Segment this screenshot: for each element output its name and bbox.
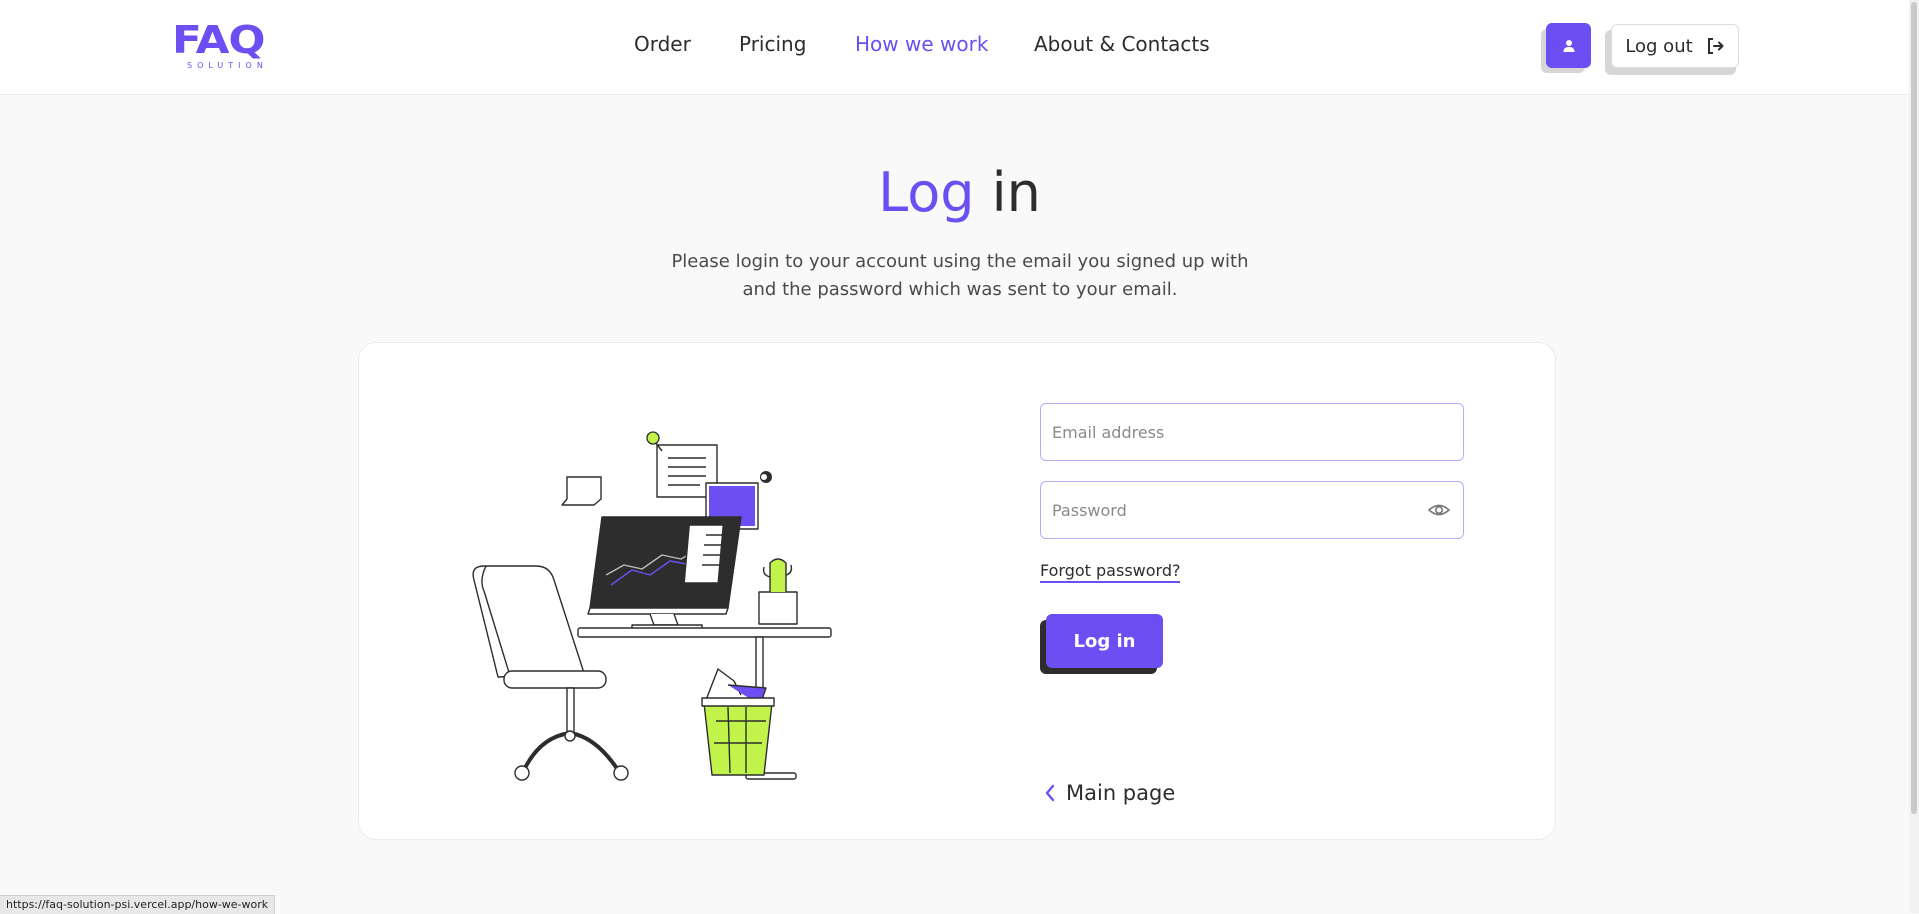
workspace-illustration xyxy=(472,431,832,781)
nav-about-contacts[interactable]: About & Contacts xyxy=(1034,32,1210,56)
nav-order[interactable]: Order xyxy=(634,32,691,56)
page-subtitle: Please login to your account using the e… xyxy=(620,248,1300,304)
subtitle-line-1: Please login to your account using the e… xyxy=(671,251,1249,272)
logo[interactable]: FAQ SOLUTION xyxy=(172,20,282,72)
logout-button[interactable]: Log out xyxy=(1611,24,1739,68)
subtitle-line-2: and the password which was sent to your … xyxy=(742,279,1178,300)
user-icon xyxy=(1563,39,1574,52)
page-title-accent: Log xyxy=(878,161,975,224)
status-bar-url: https://faq-solution-psi.vercel.app/how-… xyxy=(0,895,276,914)
chevron-left-icon xyxy=(1045,784,1055,802)
main-page-link[interactable]: Main page xyxy=(1044,778,1175,808)
main-page-label: Main page xyxy=(1066,781,1176,805)
scrollbar-thumb[interactable] xyxy=(1911,2,1917,814)
nav-how-we-work[interactable]: How we work xyxy=(855,32,988,56)
logout-label: Log out xyxy=(1625,35,1693,57)
page-title: Log in xyxy=(0,160,1919,226)
user-profile-button[interactable] xyxy=(1546,23,1591,68)
page-title-rest: in xyxy=(974,161,1041,224)
header: FAQ SOLUTION Order Pricing How we work A… xyxy=(0,0,1919,95)
email-field[interactable] xyxy=(1040,403,1464,461)
login-submit-button[interactable]: Log in xyxy=(1046,614,1163,668)
logout-icon xyxy=(1707,38,1724,54)
logo-subtitle: SOLUTION xyxy=(187,61,268,70)
password-field[interactable] xyxy=(1040,481,1464,539)
forgot-password-link[interactable]: Forgot password? xyxy=(1040,561,1181,583)
eye-icon[interactable] xyxy=(1427,498,1451,522)
nav-pricing[interactable]: Pricing xyxy=(739,32,806,56)
logo-wordmark: FAQ xyxy=(172,18,266,62)
